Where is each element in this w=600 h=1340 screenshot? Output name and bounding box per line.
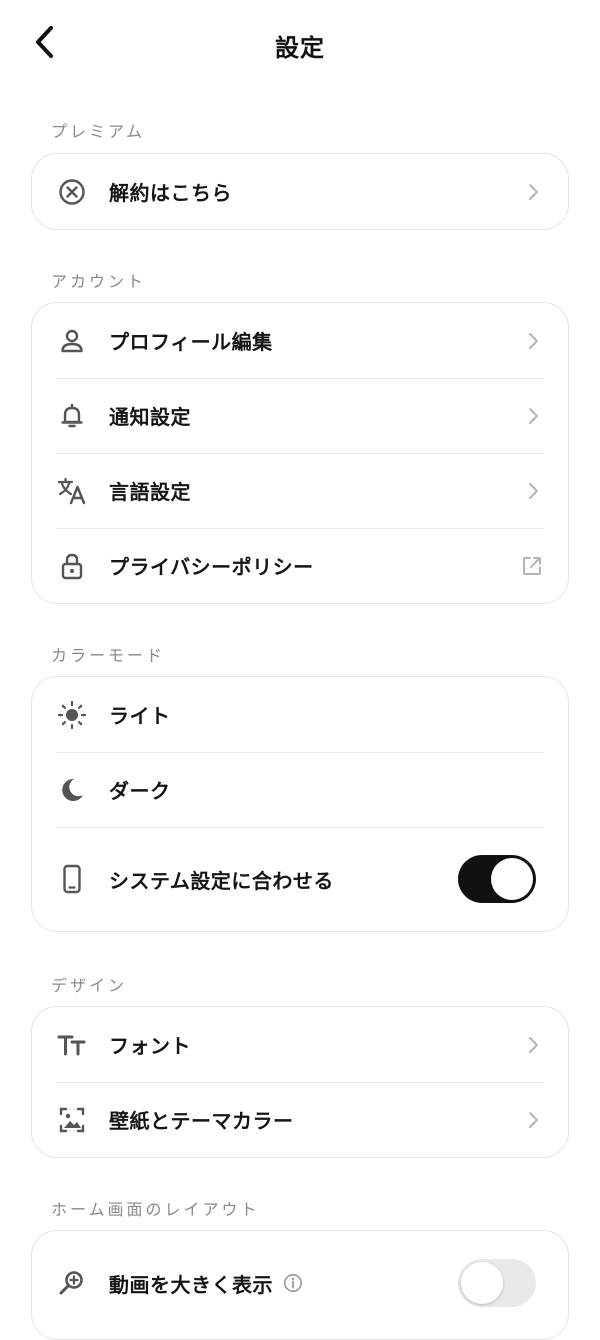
row-label: システム設定に合わせる <box>109 868 334 893</box>
row-label: 動画を大きく表示 <box>109 1269 303 1298</box>
circle-x-icon <box>56 176 88 208</box>
section-label-home-layout: ホーム画面のレイアウト <box>51 1200 260 1219</box>
card-premium: 解約はこちら <box>31 153 569 230</box>
row-cancel-subscription[interactable]: 解約はこちら <box>32 154 568 229</box>
section-label-color-mode: カラーモード <box>51 646 166 665</box>
wallpaper-icon <box>56 1104 88 1136</box>
row-privacy-policy[interactable]: プライバシーポリシー <box>32 528 568 603</box>
section-label-design: デザイン <box>51 976 128 995</box>
row-label-text: 動画を大きく表示 <box>109 1272 273 1297</box>
row-label: 言語設定 <box>109 480 191 504</box>
sun-icon <box>56 699 88 731</box>
row-label: 壁紙とテーマカラー <box>109 1109 294 1133</box>
system-mode-toggle[interactable] <box>458 855 536 903</box>
card-home-layout: 動画を大きく表示 <box>31 1230 569 1340</box>
row-label: フォント <box>109 1034 191 1058</box>
section-label-account: アカウント <box>51 272 147 291</box>
chevron-right-icon <box>524 183 542 201</box>
info-icon[interactable] <box>283 1273 303 1293</box>
person-icon <box>56 325 88 357</box>
card-design: フォント 壁紙とテーマカラー <box>31 1006 569 1158</box>
lock-icon <box>56 550 88 582</box>
row-light-mode[interactable]: ライト <box>32 677 568 752</box>
chevron-right-icon <box>524 1111 542 1129</box>
row-system-mode: システム設定に合わせる <box>32 827 568 931</box>
translate-icon <box>56 475 88 507</box>
card-account: プロフィール編集 通知設定 言語設定 プライバシーポリシー <box>31 302 569 604</box>
font-size-icon <box>56 1029 88 1061</box>
row-dark-mode[interactable]: ダーク <box>32 752 568 827</box>
row-notifications[interactable]: 通知設定 <box>32 378 568 453</box>
row-wallpaper-theme[interactable]: 壁紙とテーマカラー <box>32 1082 568 1157</box>
phone-icon <box>56 863 88 895</box>
bell-icon <box>56 400 88 432</box>
chevron-right-icon <box>524 482 542 500</box>
chevron-right-icon <box>524 407 542 425</box>
toggle-knob <box>461 1262 503 1304</box>
moon-icon <box>56 774 88 806</box>
external-link-icon <box>520 554 544 578</box>
zoom-icon <box>56 1267 88 1299</box>
chevron-right-icon <box>524 332 542 350</box>
chevron-right-icon <box>524 1036 542 1054</box>
card-color-mode: ライト ダーク システム設定に合わせる <box>31 676 569 932</box>
row-label: プライバシーポリシー <box>109 555 314 579</box>
section-label-premium: プレミアム <box>51 122 145 141</box>
row-edit-profile[interactable]: プロフィール編集 <box>32 303 568 378</box>
row-language[interactable]: 言語設定 <box>32 453 568 528</box>
row-label: 解約はこちら <box>109 181 232 205</box>
header: 設定 <box>0 0 600 88</box>
row-font[interactable]: フォント <box>32 1007 568 1082</box>
row-label: ダーク <box>109 779 171 803</box>
row-label: プロフィール編集 <box>109 330 273 354</box>
page-title: 設定 <box>275 34 325 62</box>
row-label: ライト <box>109 704 171 728</box>
toggle-knob <box>491 858 533 900</box>
row-label: 通知設定 <box>109 405 191 429</box>
row-large-video: 動画を大きく表示 <box>32 1231 568 1335</box>
